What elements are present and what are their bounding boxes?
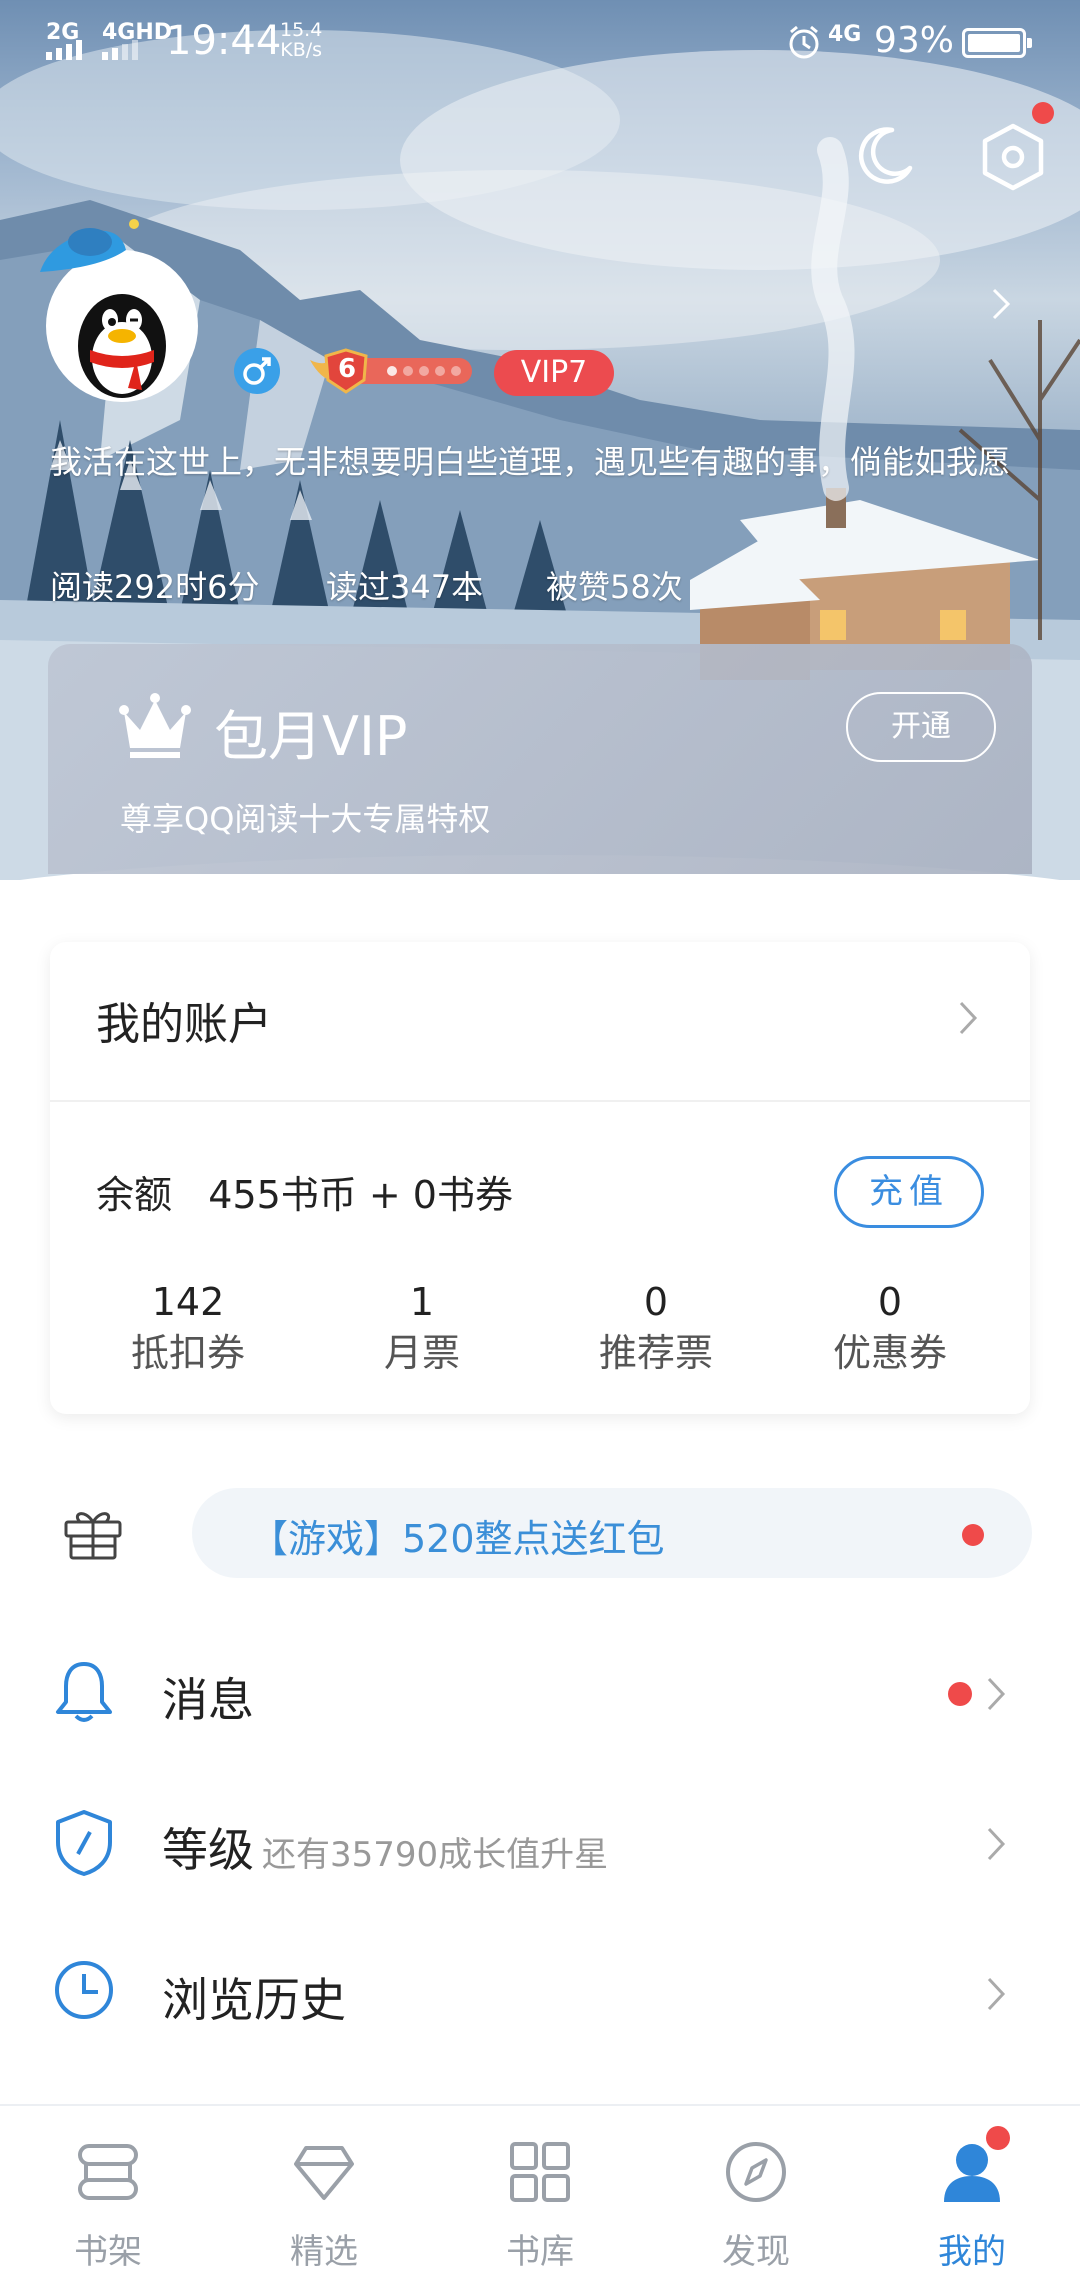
stat-label: 优惠券 bbox=[832, 1331, 947, 1375]
promo-badge-dot bbox=[962, 1524, 984, 1546]
promo-text: 【游戏】520整点送红包 bbox=[250, 1517, 665, 1561]
nav-library[interactable]: 书库 bbox=[432, 2106, 648, 2280]
signal-bars-icon bbox=[102, 40, 138, 60]
battery-level-fill bbox=[968, 34, 1020, 52]
books-read-stat: 读过347本 bbox=[326, 568, 484, 606]
balance-value: 455书币 + 0书券 bbox=[208, 1173, 513, 1217]
profile-signature: 我活在这世上，无非想要明白些道理，遇见些有趣的事，倘能如我愿 bbox=[50, 443, 1011, 481]
read-time-stat: 阅读292时6分 bbox=[50, 568, 260, 606]
menu-label-text: 消息 bbox=[162, 1673, 254, 1727]
compass-icon bbox=[726, 2142, 786, 2202]
menu-row-messages[interactable]: 消息 bbox=[0, 1628, 1080, 1758]
menu-label-text: 浏览历史 bbox=[162, 1973, 346, 2027]
network-speed-unit: KB/s bbox=[280, 39, 323, 61]
network-speed: 15.4 KB/s bbox=[280, 20, 322, 60]
monthly-ticket-stat[interactable]: 1 月票 bbox=[322, 1278, 522, 1380]
menu-label: 等级 还有35790成长值升星 bbox=[162, 1814, 608, 1880]
bottom-navigation: 书架 精选 书库 发现 我的 bbox=[0, 2104, 1080, 2280]
level-badge[interactable]: 6 bbox=[306, 346, 476, 400]
signal-bars-icon bbox=[46, 40, 82, 60]
nav-featured[interactable]: 精选 bbox=[216, 2106, 432, 2280]
alarm-icon bbox=[789, 25, 819, 59]
nav-label: 我的 bbox=[938, 2232, 1006, 2272]
chevron-right-icon bbox=[987, 1977, 1006, 2011]
account-balance: 余额 455书币 + 0书券 bbox=[96, 1164, 513, 1219]
menu-label-text: 等级 bbox=[162, 1823, 254, 1877]
nav-label: 精选 bbox=[290, 2232, 358, 2272]
stat-value: 142 bbox=[151, 1280, 225, 1324]
level-wings-icon bbox=[310, 348, 472, 394]
battery-percent: 93% bbox=[874, 20, 955, 61]
vip-open-button[interactable]: 开通 bbox=[846, 692, 996, 762]
male-icon bbox=[234, 348, 280, 394]
nav-label: 书库 bbox=[506, 2232, 574, 2272]
status-time: 19:44 bbox=[166, 18, 282, 64]
stat-value: 1 bbox=[409, 1280, 435, 1324]
bell-icon bbox=[56, 1662, 112, 1722]
menu-hint-text: 还有35790成长值升星 bbox=[262, 1835, 609, 1875]
level-number: 6 bbox=[338, 354, 357, 384]
nav-bookshelf[interactable]: 书架 bbox=[0, 2106, 216, 2280]
chevron-right-icon[interactable] bbox=[956, 998, 980, 1038]
grid-icon bbox=[510, 2142, 570, 2202]
stat-value: 0 bbox=[643, 1280, 669, 1324]
coupon-stat[interactable]: 0 优惠券 bbox=[790, 1278, 990, 1380]
gift-icon bbox=[64, 1512, 122, 1560]
account-divider bbox=[50, 1100, 1030, 1102]
network-speed-value: 15.4 bbox=[280, 19, 323, 41]
stat-label: 抵扣券 bbox=[130, 1331, 245, 1375]
vip-card-title: 包月VIP bbox=[214, 705, 408, 768]
nav-label: 发现 bbox=[722, 2232, 790, 2272]
balance-label: 余额 bbox=[96, 1173, 173, 1217]
menu-row-history[interactable]: 浏览历史 bbox=[0, 1928, 1080, 2058]
hat-icon bbox=[40, 219, 139, 272]
moon-icon[interactable] bbox=[852, 124, 916, 188]
nav-label: 书架 bbox=[74, 2232, 142, 2272]
chevron-right-icon bbox=[987, 1827, 1006, 1861]
bookshelf-icon bbox=[78, 2144, 138, 2200]
stat-value: 0 bbox=[877, 1280, 903, 1324]
settings-badge-dot bbox=[1032, 102, 1054, 124]
promo-banner[interactable]: 【游戏】520整点送红包 bbox=[192, 1488, 1032, 1578]
chevron-right-icon bbox=[987, 1677, 1006, 1711]
account-title[interactable]: 我的账户 bbox=[96, 988, 272, 1052]
account-card: 我的账户 余额 455书币 + 0书券 充值 142 抵扣券 1 月票 0 推荐… bbox=[50, 942, 1030, 1414]
nav-me-badge-dot bbox=[986, 2126, 1010, 2150]
recharge-button[interactable]: 充值 bbox=[834, 1156, 984, 1228]
stat-label: 月票 bbox=[383, 1331, 460, 1375]
profile-arrow-icon[interactable] bbox=[990, 286, 1014, 322]
menu-label: 消息 bbox=[162, 1664, 254, 1730]
settings-hexagon-icon[interactable] bbox=[980, 122, 1046, 192]
message-badge-dot bbox=[948, 1682, 972, 1706]
network-type-label: 4G bbox=[828, 22, 862, 47]
recommend-ticket-stat[interactable]: 0 推荐票 bbox=[556, 1278, 756, 1380]
vip-card-subtitle: 尊享QQ阅读十大专属特权 bbox=[120, 800, 491, 838]
likes-stat: 被赞58次 bbox=[546, 568, 683, 606]
battery-icon bbox=[962, 28, 1032, 58]
vip-card[interactable]: 包月VIP 尊享QQ阅读十大专属特权 开通 bbox=[48, 644, 1032, 874]
crown-icon bbox=[119, 693, 191, 758]
nav-discover[interactable]: 发现 bbox=[648, 2106, 864, 2280]
voucher-stat[interactable]: 142 抵扣券 bbox=[88, 1278, 288, 1380]
menu-label: 浏览历史 bbox=[162, 1964, 346, 2030]
vip-level-badge[interactable]: VIP7 bbox=[494, 350, 614, 396]
nav-me[interactable]: 我的 bbox=[864, 2106, 1080, 2280]
stat-label: 推荐票 bbox=[598, 1331, 713, 1375]
status-bar: 2G 4GHD 19:44 15.4 KB/s 4G 93% bbox=[0, 0, 1080, 86]
shield-icon bbox=[56, 1810, 112, 1876]
menu-row-level[interactable]: 等级 还有35790成长值升星 bbox=[0, 1778, 1080, 1908]
diamond-icon bbox=[294, 2146, 354, 2200]
clock-icon bbox=[55, 1961, 113, 2019]
